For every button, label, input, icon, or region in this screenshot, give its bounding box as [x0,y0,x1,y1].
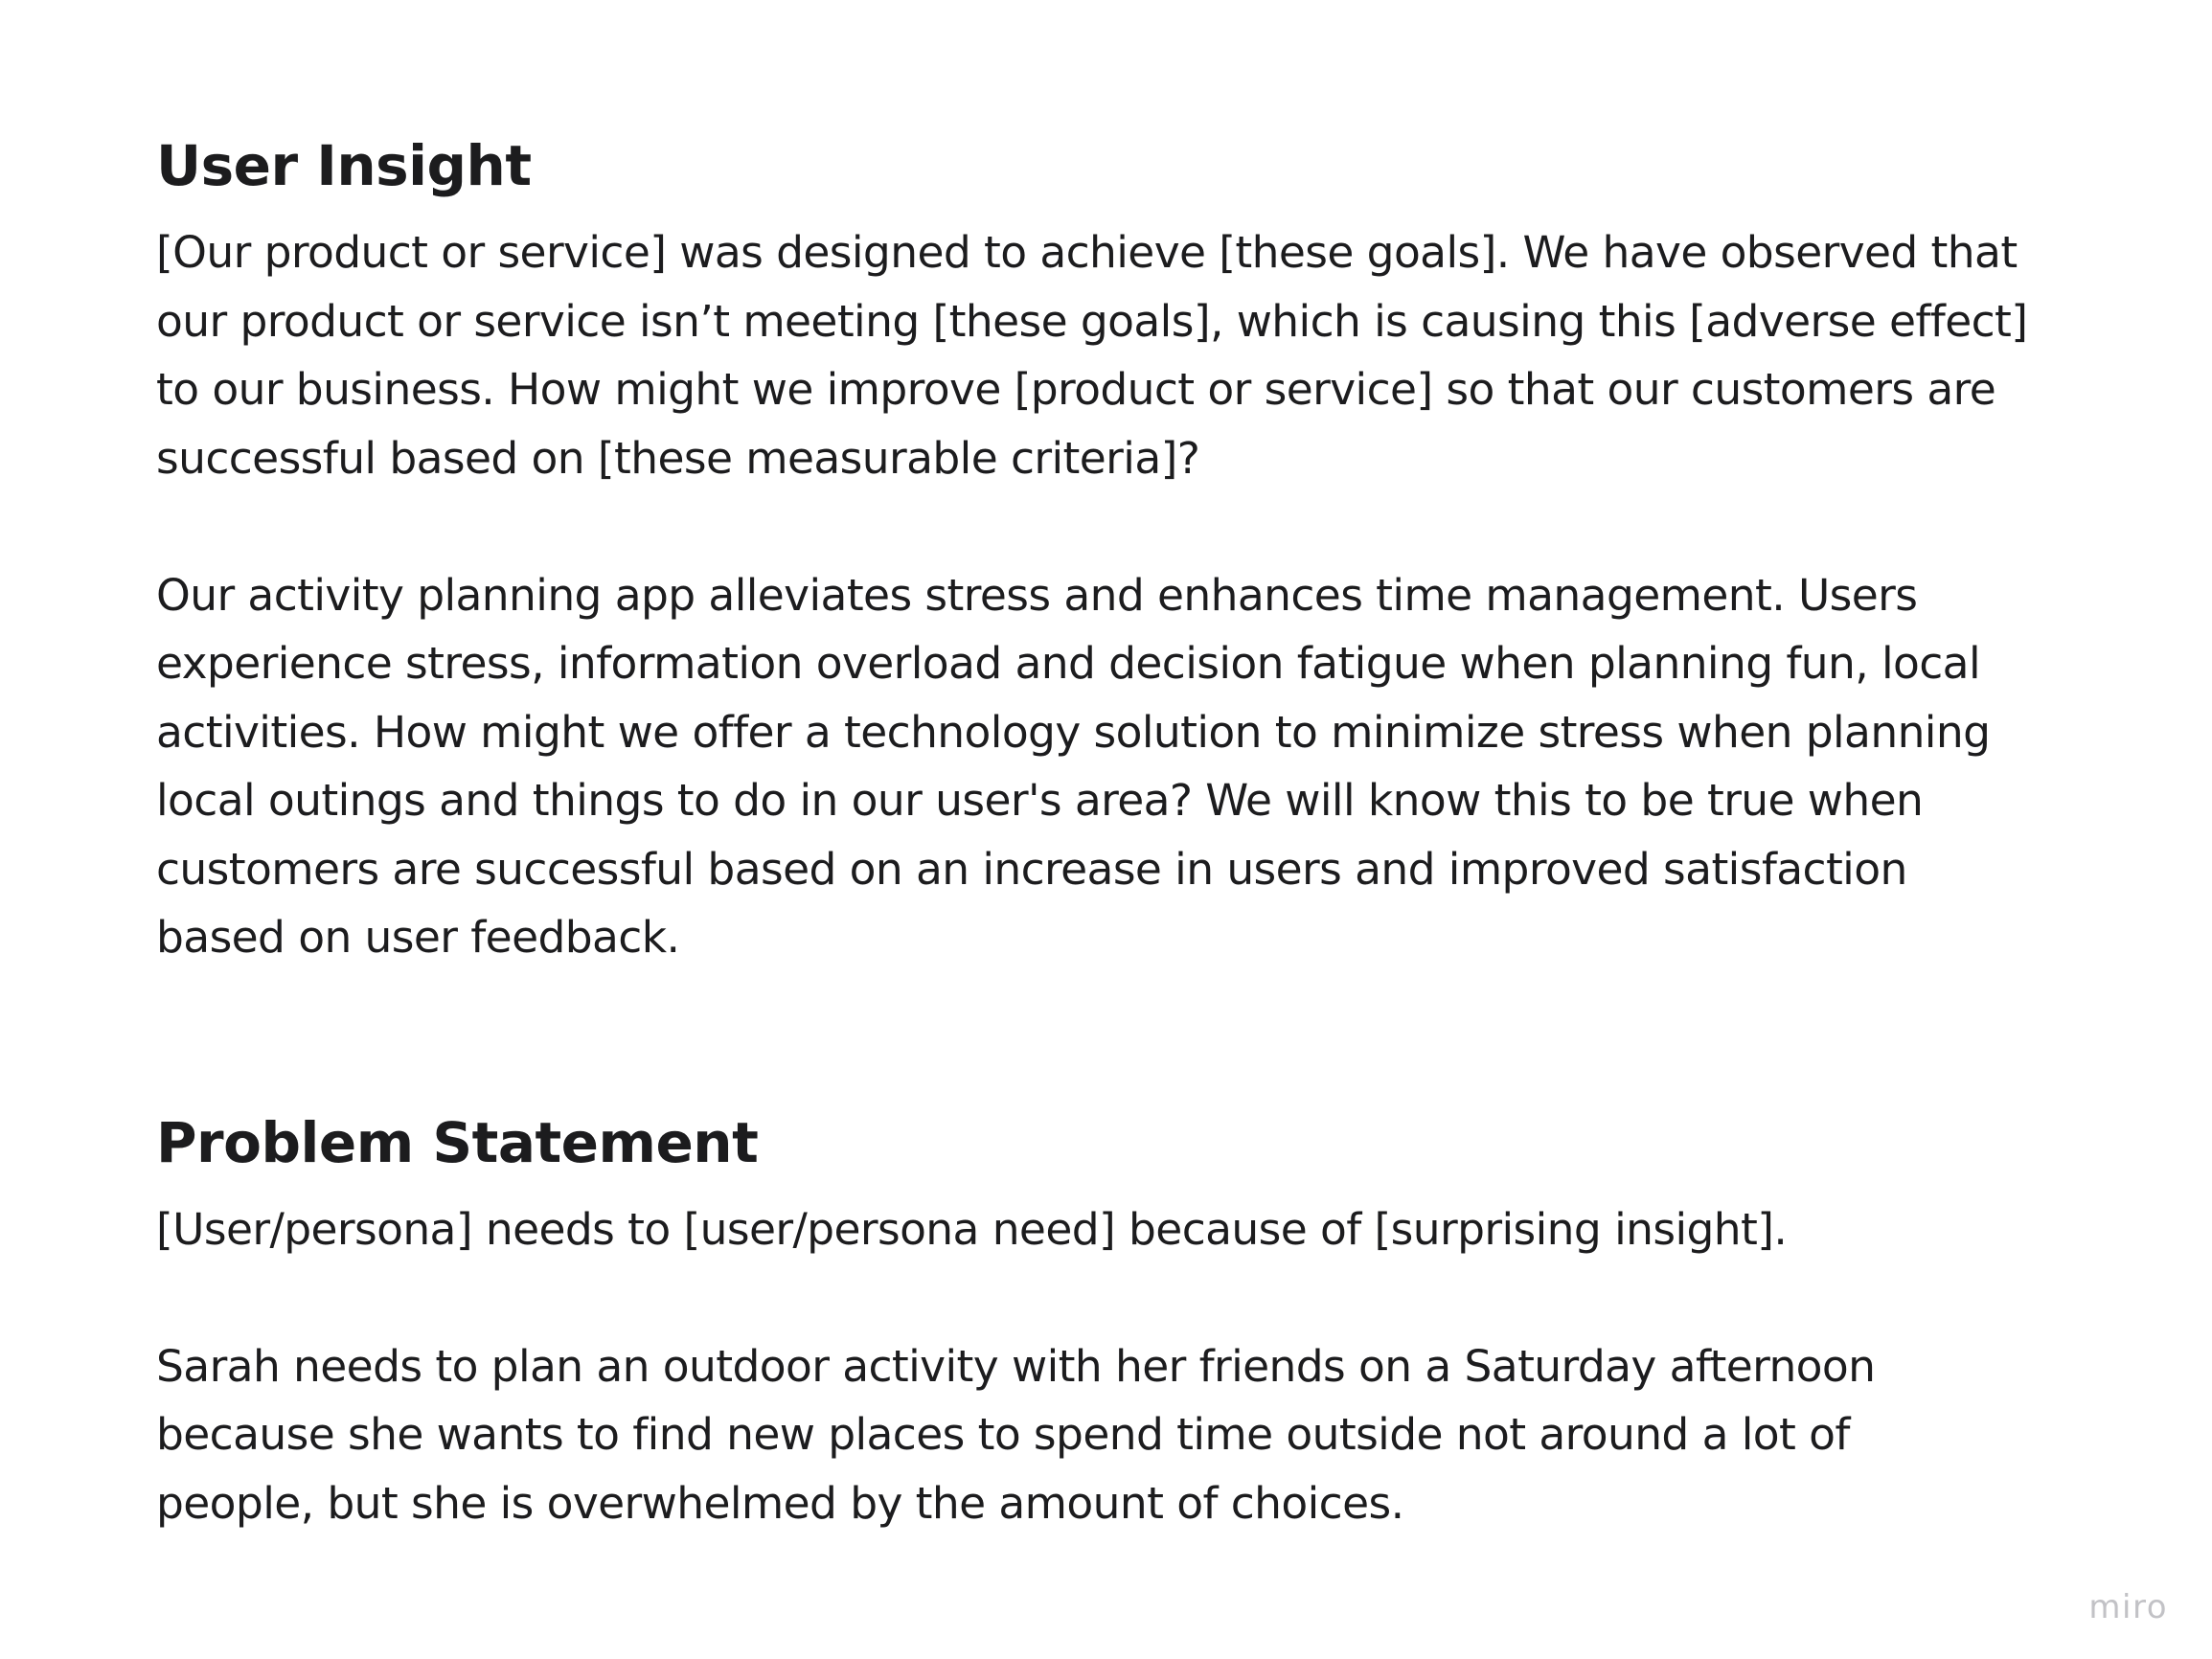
problem-statement-answer: Sarah needs to plan an outdoor activity … [156,1340,1876,1529]
user-insight-heading: User Insight [156,133,532,198]
problem-statement-section: Problem Statement [User/persona] needs t… [156,1102,2091,1538]
user-insight-section: User Insight [Our product or service] wa… [156,125,2091,972]
problem-statement-heading: Problem Statement [156,1109,759,1175]
problem-statement-template: [User/persona] needs to [user/persona ne… [156,1203,1788,1255]
board-canvas: User Insight [Our product or service] wa… [0,0,2212,1659]
miro-watermark: miro [2088,1588,2168,1626]
text-block: User Insight [Our product or service] wa… [156,125,2091,1537]
user-insight-template: [Our product or service] was designed to… [156,227,2028,484]
user-insight-answer: Our activity planning app alleviates str… [156,569,1991,964]
